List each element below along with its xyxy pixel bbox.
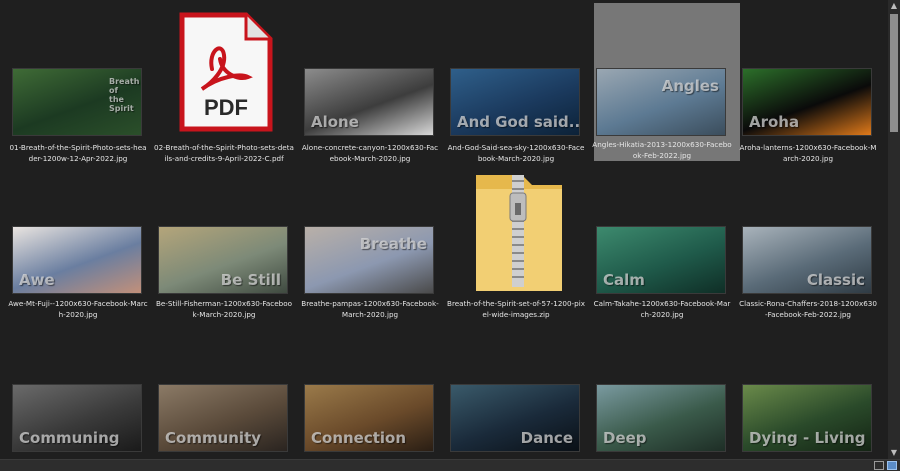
file-name-label: And-God-Said-sea-sky-1200x630-Facebook-M…: [447, 143, 585, 163]
zip-folder-icon: [476, 175, 562, 291]
file-name-label: Awe-Mt-Fuji--1200x630-Facebook-March-202…: [8, 299, 148, 319]
file-tile[interactable]: Dance: [448, 318, 594, 459]
thumbnail-overlay-text: Angles: [661, 77, 719, 95]
scroll-up-arrow-icon[interactable]: ▲: [888, 0, 900, 12]
file-tile[interactable]: Aroha Aroha-lanterns-1200x630-Facebook-Ma…: [739, 3, 886, 165]
file-tile[interactable]: Breathe Breathe-pampas-1200x630-Facebook-…: [301, 163, 448, 325]
file-tile[interactable]: Communing: [10, 318, 156, 459]
file-name-label: 01-Breath-of-the-Spirit-Photo-sets-heade…: [9, 143, 147, 163]
image-thumbnail: Be Still: [158, 226, 288, 294]
file-name-label: Angles-Hikatia-2013-1200x630-Facebook-Fe…: [592, 140, 732, 160]
image-thumbnail: Classic: [742, 226, 872, 294]
file-tile[interactable]: Classic Classic-Rona-Chaffers-2018-1200x6…: [739, 163, 886, 325]
thumbnail-overlay-text: Alone: [311, 113, 359, 131]
file-tile[interactable]: Be Still Be-Still-Fisherman-1200x630-Face…: [156, 163, 302, 325]
image-thumbnail: Connection: [304, 384, 434, 452]
thumbnail-overlay-text: And God said...: [457, 113, 580, 131]
file-name-label: Calm-Takahe-1200x630-Facebook-March-2020…: [593, 299, 731, 319]
image-thumbnail: Dying - Living: [742, 384, 872, 452]
file-tile[interactable]: Community: [156, 318, 302, 459]
thumbnail-overlay-text: Calm: [603, 271, 645, 289]
file-tile[interactable]: Breath-of-the-Spirit-set-of-57-1200-pixe…: [447, 163, 594, 325]
file-tile[interactable]: Angles Angles-Hikatia-2013-1200x630-Faceb…: [592, 3, 740, 161]
file-tile[interactable]: Alone Alone-concrete-canyon-1200x630-Face…: [302, 3, 448, 165]
file-tile[interactable]: PDF 02-Breath-of-the-Spirit-Photo-sets-de…: [154, 3, 302, 165]
vertical-scrollbar[interactable]: ▲ ▼: [888, 0, 900, 459]
image-thumbnail: Aroha: [742, 68, 872, 136]
scroll-thumb[interactable]: [890, 14, 898, 132]
large-icons-view-icon[interactable]: [887, 461, 897, 470]
file-grid[interactable]: Breath of the Spirit 01-Breath-of-the-Spi…: [0, 0, 888, 459]
pdf-label: PDF: [204, 95, 248, 120]
file-name-label: 02-Breath-of-the-Spirit-Photo-sets-detai…: [154, 143, 294, 163]
file-tile[interactable]: Breath of the Spirit 01-Breath-of-the-Spi…: [9, 3, 156, 165]
image-thumbnail: Dance: [450, 384, 580, 452]
file-tile[interactable]: Connection: [302, 318, 448, 459]
thumbnail-overlay-text: Awe: [19, 271, 55, 289]
details-view-icon[interactable]: [874, 461, 884, 470]
image-thumbnail: And God said...: [450, 68, 580, 136]
file-name-label: Aroha-lanterns-1200x630-Facebook-March-2…: [739, 143, 877, 163]
file-tile[interactable]: And God said... And-God-Said-sea-sky-1200…: [448, 3, 594, 165]
image-thumbnail: Calm: [596, 226, 726, 294]
thumbnail-overlay-text: Community: [165, 429, 262, 447]
thumbnail-overlay-text: Connection: [311, 429, 407, 447]
image-thumbnail: Deep: [596, 384, 726, 452]
pdf-file-icon: PDF: [179, 12, 273, 132]
file-name-label: Breathe-pampas-1200x630-Facebook-March-2…: [301, 299, 439, 319]
image-thumbnail: Alone: [304, 68, 434, 136]
file-name-label: Classic-Rona-Chaffers-2018-1200x630-Face…: [739, 299, 877, 319]
image-thumbnail: Communing: [12, 384, 142, 452]
file-tile[interactable]: Deep: [594, 318, 740, 459]
image-thumbnail: Community: [158, 384, 288, 452]
thumbnail-overlay-text: Breathe: [359, 235, 427, 253]
scroll-down-arrow-icon[interactable]: ▼: [888, 447, 900, 459]
image-thumbnail: Breath of the Spirit: [12, 68, 142, 136]
file-name-label: Alone-concrete-canyon-1200x630-Facebook-…: [301, 143, 439, 163]
file-name-label: Be-Still-Fisherman-1200x630-Facebook-Mar…: [155, 299, 293, 319]
thumbnail-overlay-text: Aroha: [749, 113, 800, 131]
thumbnail-overlay-text: Dance: [520, 429, 573, 447]
thumbnail-overlay-text: Communing: [19, 429, 120, 447]
file-tile[interactable]: Calm Calm-Takahe-1200x630-Facebook-March-…: [594, 163, 740, 325]
image-thumbnail: Breathe: [304, 226, 434, 294]
thumbnail-overlay-text: Deep: [603, 429, 647, 447]
thumbnail-overlay-text: Dying - Living: [749, 429, 866, 447]
thumbnail-overlay-text: Classic: [806, 271, 865, 289]
file-tile[interactable]: Awe Awe-Mt-Fuji--1200x630-Facebook-March-…: [8, 163, 156, 325]
file-tile[interactable]: Dying - Living: [740, 318, 886, 459]
image-thumbnail: Angles: [596, 68, 726, 136]
status-bar: [0, 459, 900, 471]
image-thumbnail: Awe: [12, 226, 142, 294]
file-name-label: Breath-of-the-Spirit-set-of-57-1200-pixe…: [447, 299, 585, 319]
thumbnail-overlay-text: Breath of the Spirit: [109, 77, 140, 113]
thumbnail-overlay-text: Be Still: [220, 271, 281, 289]
